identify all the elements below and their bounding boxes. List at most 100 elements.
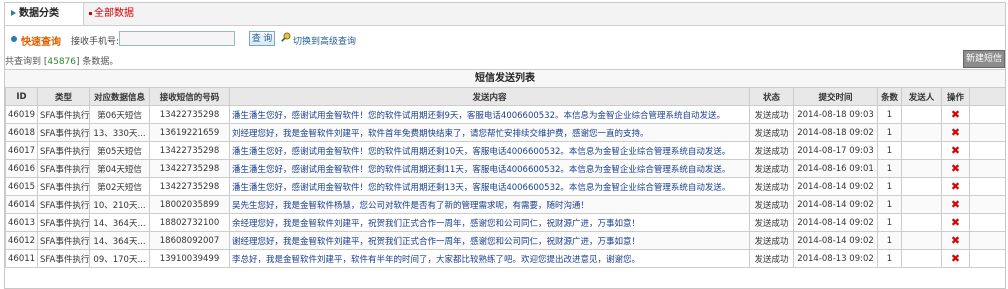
header-type[interactable]: 类型 [37,87,90,106]
cell-id: 46013 [5,213,38,232]
cell-extra [969,105,1005,124]
cell-content[interactable]: 潘生潘生您好，感谢试用金智软件！您的软件试用期还剩9天，客服电话40066005… [229,105,750,124]
cell-count: 1 [877,249,902,268]
cell-status: 发送成功 [749,249,794,268]
table-header-row: ID 类型 对应数据信息 接收短信的号码 发送内容 状态 提交时间 条数 发送人… [5,87,1005,106]
cell-type: SFA事件执行 [37,195,90,214]
delete-icon[interactable]: ✖ [941,195,970,214]
phone-input[interactable] [119,31,235,46]
header-data-info[interactable]: 对应数据信息 [89,87,150,106]
table-row[interactable]: 46012 SFA事件执行 14、364天... 18608092007 谢经理您好，我… [5,231,1005,250]
delete-icon[interactable]: ✖ [941,105,970,124]
cell-data-info: 09、170天... [89,249,150,268]
delete-icon[interactable]: ✖ [941,231,970,250]
cell-status: 发送成功 [749,105,794,124]
cell-submit-time: 2014-08-17 09:03 [793,141,878,160]
cell-count: 1 [877,105,902,124]
header-extra [969,87,1005,106]
cell-extra [969,195,1005,214]
table-title: 短信发送列表 [5,69,1005,88]
table-row[interactable]: 46017 SFA事件执行 第05天短信 13422735298 潘生潘生您好，感谢试用… [5,141,1005,160]
cell-extra [969,141,1005,160]
cell-extra [969,231,1005,250]
cell-count: 1 [877,123,902,142]
cell-content[interactable]: 余经理您好，我是金智软件刘建平，祝贺我们正式合作一周年，感谢您和公司同仁，祝财源… [229,213,750,232]
header-id[interactable]: ID [5,87,38,106]
header-phone[interactable]: 接收短信的号码 [149,87,230,106]
cell-status: 发送成功 [749,195,794,214]
cell-phone: 13619221659 [149,123,230,142]
magnifier-icon [281,32,291,42]
cell-content[interactable]: 潘生潘生您好，感谢试用金智软件！您的软件试用期还剩13天，客服电话4006600… [229,177,750,196]
cell-data-info: 13、330天... [89,123,150,142]
header-sender[interactable]: 发送人 [901,87,942,106]
cell-type: SFA事件执行 [37,177,90,196]
table-row[interactable]: 46013 SFA事件执行 14、364天... 18802732100 余经理您好，我… [5,213,1005,232]
cell-count: 1 [877,195,902,214]
result-count-prefix: 共查询到 [ [5,57,48,67]
cell-sender [901,141,942,160]
table-row[interactable]: 46019 SFA事件执行 第06天短信 13422735298 潘生潘生您好，感谢试用… [5,105,1005,124]
sms-list-panel: 数据分类 全部数据 快速查询 接收手机号: 查 询 切换到高级查询 共查询到 [… [4,2,1006,289]
cell-status: 发送成功 [749,231,794,250]
tab-all-data-label: 全部数据 [94,8,134,19]
bullet-icon [89,11,92,15]
cell-status: 发送成功 [749,123,794,142]
result-count-value: 45876 [47,57,77,67]
cell-id: 46019 [5,105,38,124]
cell-count: 1 [877,159,902,178]
cell-data-info: 14、364天... [89,213,150,232]
cell-submit-time: 2014-08-18 09:02 [793,123,878,142]
delete-icon[interactable]: ✖ [941,123,970,142]
triangle-icon [11,10,16,16]
delete-icon[interactable]: ✖ [941,141,970,160]
header-status[interactable]: 状态 [749,87,794,106]
cell-phone: 18002035899 [149,195,230,214]
result-count-suffix: ] 条数据。 [76,57,119,67]
cell-count: 1 [877,177,902,196]
table-row[interactable]: 46015 SFA事件执行 第02天短信 13422735298 潘生潘生您好，感谢试用… [5,177,1005,196]
cell-id: 46018 [5,123,38,142]
cell-id: 46014 [5,195,38,214]
cell-id: 46017 [5,141,38,160]
header-count[interactable]: 条数 [877,87,902,106]
cell-data-info: 第06天短信 [89,105,150,124]
cell-phone: 13422735298 [149,177,230,196]
table-row[interactable]: 46016 SFA事件执行 第04天短信 13422735298 潘生潘生您好，感谢试用… [5,159,1005,178]
header-content[interactable]: 发送内容 [229,87,750,106]
cell-content[interactable]: 李总好，我是金智软件刘建平，软件有半年的时间了，大家都比较熟练了吧。欢迎您提出改… [229,249,750,268]
delete-icon[interactable]: ✖ [941,159,970,178]
cell-data-info: 第05天短信 [89,141,150,160]
quick-search-label: 快速查询 [21,37,61,48]
cell-sender [901,159,942,178]
cell-content[interactable]: 潘生潘生您好，感谢试用金智软件！您的软件试用期还剩11天，客服电话4006600… [229,159,750,178]
tab-data-category[interactable]: 数据分类 [5,3,84,25]
delete-icon[interactable]: ✖ [941,213,970,232]
quick-search-bar: 快速查询 接收手机号: 查 询 切换到高级查询 [5,30,1005,50]
cell-type: SFA事件执行 [37,159,90,178]
cell-submit-time: 2014-08-18 09:03 [793,105,878,124]
cell-content[interactable]: 吴先生您好，我是金智软件杨慧，您公司对软件是否有了新的管理需求呢，有需要，随时沟… [229,195,750,214]
sms-table: ID 类型 对应数据信息 接收短信的号码 发送内容 状态 提交时间 条数 发送人… [5,87,1005,268]
delete-icon[interactable]: ✖ [941,249,970,268]
cell-content[interactable]: 刘经理您好，我是金智软件刘建平，软件首年免费期快结束了，请您帮忙安排续交维护费，… [229,123,750,142]
tab-all-data[interactable]: 全部数据 [89,3,134,25]
tab-bar: 数据分类 全部数据 [5,3,1005,26]
cell-data-info: 14、364天... [89,231,150,250]
header-action: 操作 [941,87,970,106]
table-row[interactable]: 46014 SFA事件执行 10、210天... 18002035899 吴先生您好，我… [5,195,1005,214]
new-sms-button[interactable]: 新建短信 [963,50,1005,68]
table-row[interactable]: 46018 SFA事件执行 13、330天... 13619221659 刘经理您好，我… [5,123,1005,142]
advanced-search-link[interactable]: 切换到高级查询 [293,34,356,47]
cell-sender [901,123,942,142]
cell-type: SFA事件执行 [37,231,90,250]
cell-content[interactable]: 潘生潘生您好，感谢试用金智软件！您的软件试用期还剩10天，客服电话4006600… [229,141,750,160]
cell-status: 发送成功 [749,177,794,196]
query-button[interactable]: 查 询 [249,31,275,46]
header-submit-time[interactable]: 提交时间 [793,87,878,106]
table-row[interactable]: 46011 SFA事件执行 09、170天... 13910039499 李总好，我是金… [5,249,1005,268]
cell-content[interactable]: 谢经理您好，我是金智软件刘建平，祝贺我们正式合作一周年，感谢您和公司同仁，祝财源… [229,231,750,250]
delete-icon[interactable]: ✖ [941,177,970,196]
cell-extra [969,123,1005,142]
cell-sender [901,213,942,232]
